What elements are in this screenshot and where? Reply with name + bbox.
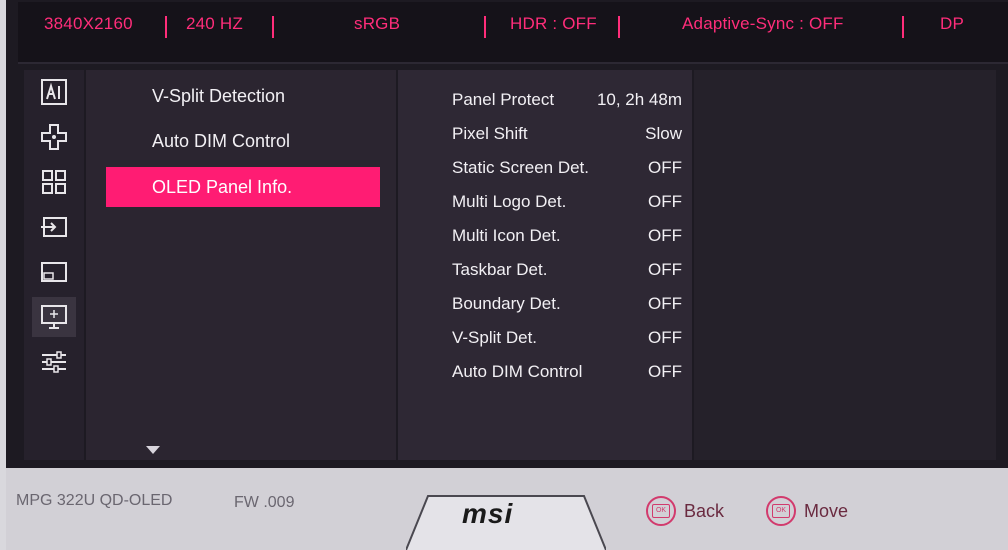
info-value: Slow	[645, 124, 682, 143]
adaptive-sync-status: Adaptive-Sync : OFF	[682, 14, 844, 33]
back-hint[interactable]: OK Back	[646, 496, 724, 526]
info-row-v-split-det: V-Split Det. OFF	[398, 324, 692, 354]
gamepad-icon[interactable]	[32, 117, 76, 157]
info-row-boundary-det: Boundary Det. OFF	[398, 290, 692, 320]
firmware-version: FW .009	[234, 494, 295, 511]
info-row-taskbar-det: Taskbar Det. OFF	[398, 256, 692, 286]
menu-item-auto-dim-control[interactable]: Auto DIM Control	[106, 121, 380, 161]
input-source-status: DP	[940, 14, 965, 33]
status-separator	[165, 16, 167, 38]
status-separator	[618, 16, 620, 38]
refresh-rate-status: 240 HZ	[186, 14, 243, 33]
ai-icon[interactable]	[32, 72, 76, 112]
info-label: Pixel Shift	[452, 124, 528, 143]
info-value: OFF	[648, 226, 682, 245]
info-row-multi-logo-det: Multi Logo Det. OFF	[398, 188, 692, 218]
status-bar: 3840X2160 240 HZ sRGB HDR : OFF Adaptive…	[18, 2, 1008, 64]
info-label: Multi Icon Det.	[452, 226, 561, 245]
move-hint[interactable]: OK Move	[766, 496, 848, 526]
info-label: V-Split Det.	[452, 328, 538, 347]
info-value: OFF	[648, 328, 682, 347]
sliders-icon[interactable]	[32, 342, 76, 382]
pip-icon[interactable]	[32, 252, 76, 292]
info-row-multi-icon-det: Multi Icon Det. OFF	[398, 222, 692, 252]
status-separator	[902, 16, 904, 38]
info-value: 10, 2h 48m	[596, 90, 682, 109]
display-settings-icon[interactable]	[32, 297, 76, 337]
joystick-button-icon: OK	[646, 496, 676, 526]
input-icon[interactable]	[32, 207, 76, 247]
category-rail	[24, 70, 84, 460]
info-value: OFF	[648, 362, 682, 381]
footer-bar: MPG 322U QD-OLED FW .009 msi OK Back OK …	[6, 468, 1008, 550]
color-space-status: sRGB	[354, 14, 401, 33]
info-label: Multi Logo Det.	[452, 192, 567, 211]
info-label: Auto DIM Control	[452, 362, 583, 381]
menu-item-oled-panel-info[interactable]: OLED Panel Info.	[106, 167, 380, 207]
status-separator	[272, 16, 274, 38]
move-label: Move	[804, 500, 849, 521]
info-value: OFF	[648, 192, 682, 211]
info-row-panel-protect: Panel Protect 10, 2h 48m	[398, 86, 692, 116]
joystick-button-icon: OK	[766, 496, 796, 526]
scroll-down-arrow-icon[interactable]	[146, 446, 160, 454]
osd-window: 3840X2160 240 HZ sRGB HDR : OFF Adaptive…	[6, 0, 1008, 550]
menu-item-v-split-detection[interactable]: V-Split Detection	[106, 76, 380, 116]
info-row-static-screen-det: Static Screen Det. OFF	[398, 154, 692, 184]
submenu: V-Split Detection Auto DIM Control OLED …	[86, 70, 396, 460]
model-name: MPG 322U QD-OLED	[16, 492, 173, 509]
info-label: Taskbar Det.	[452, 260, 548, 279]
info-label: Static Screen Det.	[452, 158, 590, 177]
back-label: Back	[684, 500, 725, 521]
info-label: Boundary Det.	[452, 294, 561, 313]
grid-icon[interactable]	[32, 162, 76, 202]
info-label: Panel Protect	[452, 90, 555, 109]
hdr-status: HDR : OFF	[510, 14, 597, 33]
resolution-status: 3840X2160	[44, 14, 133, 33]
info-row-auto-dim-control: Auto DIM Control OFF	[398, 358, 692, 388]
msi-logo: msi	[462, 498, 514, 529]
detail-pane	[694, 70, 996, 460]
info-row-pixel-shift: Pixel Shift Slow	[398, 120, 692, 150]
oled-panel-info-list: Panel Protect 10, 2h 48m Pixel Shift Slo…	[398, 70, 692, 460]
info-value: OFF	[648, 158, 682, 177]
info-value: OFF	[648, 294, 682, 313]
info-value: OFF	[648, 260, 682, 279]
status-separator	[484, 16, 486, 38]
